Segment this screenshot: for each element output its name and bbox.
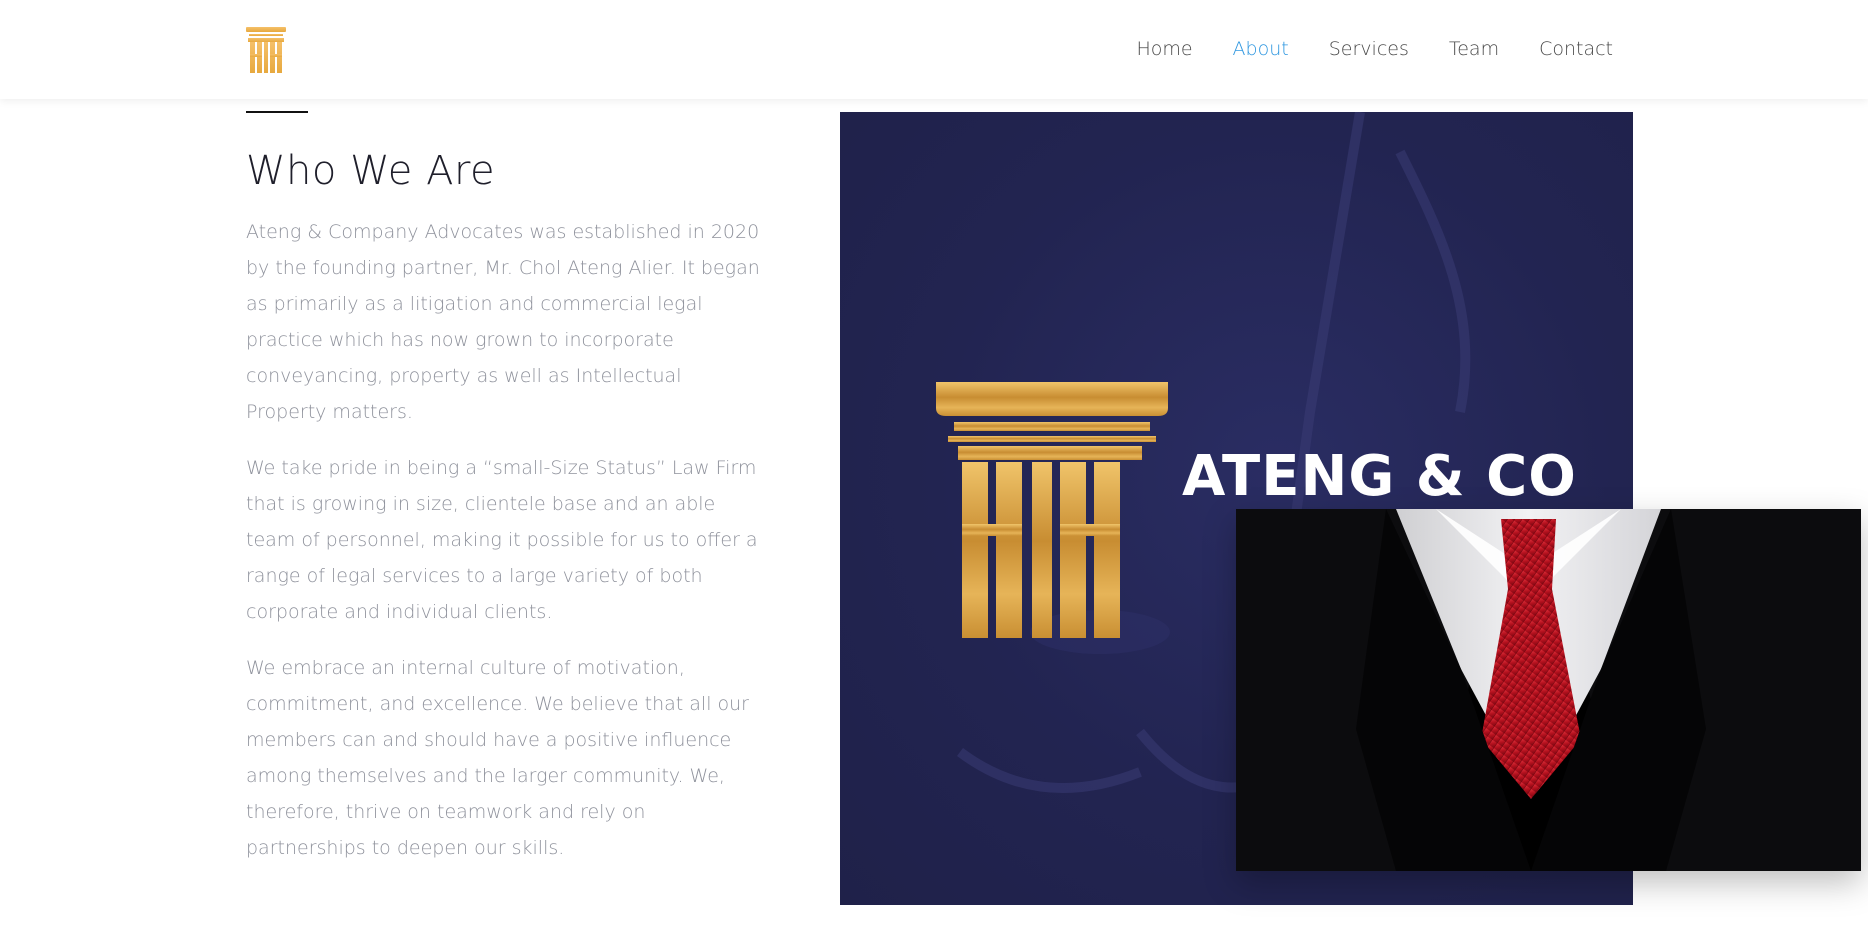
site-header: Home About Services Team Contact bbox=[0, 0, 1868, 99]
nav-contact[interactable]: Contact bbox=[1539, 36, 1613, 62]
firm-logo-icon[interactable] bbox=[246, 27, 286, 73]
nav-team[interactable]: Team bbox=[1449, 36, 1499, 62]
brand-name: ATENG & CO bbox=[1182, 444, 1577, 509]
about-content: Ateng & Company Advocates was establishe… bbox=[246, 214, 766, 886]
about-paragraph: We embrace an internal culture of motiva… bbox=[246, 657, 749, 859]
section-title: Who We Are bbox=[246, 148, 496, 194]
about-paragraph: We take pride in being a “small-Size Sta… bbox=[246, 457, 758, 623]
section-divider bbox=[246, 111, 308, 113]
about-paragraph: Ateng & Company Advocates was establishe… bbox=[246, 221, 760, 423]
suit-image bbox=[1236, 509, 1861, 871]
main-nav: Home About Services Team Contact bbox=[1096, 36, 1613, 62]
suit-and-tie-image bbox=[1236, 509, 1861, 871]
nav-services[interactable]: Services bbox=[1329, 36, 1409, 62]
brand-pillar-logo-icon bbox=[936, 382, 1168, 638]
nav-about[interactable]: About bbox=[1233, 36, 1289, 62]
nav-home[interactable]: Home bbox=[1136, 36, 1192, 62]
